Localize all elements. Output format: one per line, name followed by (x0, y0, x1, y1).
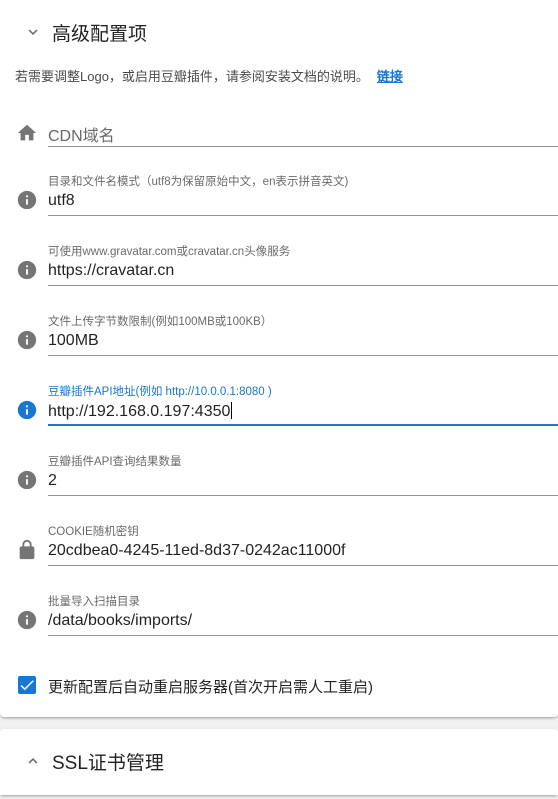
upload-limit-label: 文件上传字节数限制(例如100MB或100KB） (48, 316, 273, 328)
cdn-domain-placeholder[interactable]: CDN域名 (48, 122, 115, 146)
cookie-secret-field[interactable]: COOKIE随机密钥 20cdbea0-4245-11ed-8d37-0242a… (0, 520, 558, 578)
info-icon (17, 190, 37, 210)
lock-icon (19, 539, 35, 560)
chevron-down-icon[interactable] (24, 23, 42, 41)
info-icon (17, 470, 37, 490)
intro-text: 若需要调整Logo，或启用豆瓣插件，请参阅安装文档的说明。 (15, 69, 369, 84)
filename-mode-field[interactable]: 目录和文件名模式（utf8为保留原始中文，en表示拼音英文) utf8 (0, 170, 558, 228)
advanced-config-title: 高级配置项 (52, 23, 148, 45)
field-underline (48, 565, 558, 566)
douban-api-label: 豆瓣插件API地址(例如 http://10.0.0.1:8080 ) (48, 386, 272, 398)
checkmark-icon (20, 680, 34, 691)
ssl-config-panel: SSL证书管理 (0, 729, 558, 795)
field-underline (48, 424, 558, 426)
info-icon (17, 610, 37, 630)
advanced-config-panel: 高级配置项 若需要调整Logo，或启用豆瓣插件，请参阅安装文档的说明。 链接 CD… (0, 0, 558, 717)
avatar-service-label: 可使用www.gravatar.com或cravatar.cn头像服务 (48, 246, 291, 258)
chevron-up-icon[interactable] (24, 752, 42, 770)
home-icon (17, 124, 37, 141)
field-underline (48, 635, 558, 636)
import-dir-field[interactable]: 批量导入扫描目录 /data/books/imports/ (0, 590, 558, 648)
docs-link[interactable]: 链接 (377, 69, 403, 84)
douban-api-field[interactable]: 豆瓣插件API地址(例如 http://10.0.0.1:8080 ) http… (0, 380, 558, 438)
avatar-service-field[interactable]: 可使用www.gravatar.com或cravatar.cn头像服务 http… (0, 240, 558, 298)
field-underline (48, 215, 558, 216)
douban-api-input-wrap[interactable]: http://192.168.0.197:4350 (48, 402, 233, 421)
cookie-secret-label: COOKIE随机密钥 (48, 526, 139, 538)
auto-restart-checkbox[interactable] (18, 676, 36, 694)
auto-restart-label: 更新配置后自动重启服务器(首次开启需人工重启) (48, 679, 373, 696)
intro-text-line: 若需要调整Logo，或启用豆瓣插件，请参阅安装文档的说明。 链接 (15, 66, 403, 85)
info-icon (17, 330, 37, 350)
info-icon (17, 260, 37, 280)
field-underline (48, 146, 558, 147)
auto-restart-option[interactable]: 更新配置后自动重启服务器(首次开启需人工重启) (0, 674, 558, 698)
import-dir-label: 批量导入扫描目录 (48, 596, 140, 608)
upload-limit-input[interactable]: 100MB (48, 332, 99, 350)
text-caret (231, 402, 233, 419)
ssl-config-title: SSL证书管理 (52, 752, 164, 774)
douban-count-label: 豆瓣插件API查询结果数量 (48, 456, 182, 468)
douban-count-field[interactable]: 豆瓣插件API查询结果数量 2 (0, 450, 558, 508)
info-icon (17, 400, 37, 420)
field-underline (48, 355, 558, 356)
ssl-config-header[interactable]: SSL证书管理 (0, 731, 558, 791)
upload-limit-field[interactable]: 文件上传字节数限制(例如100MB或100KB） 100MB (0, 310, 558, 368)
filename-mode-label: 目录和文件名模式（utf8为保留原始中文，en表示拼音英文) (48, 176, 349, 188)
field-underline (48, 285, 558, 286)
import-dir-input[interactable]: /data/books/imports/ (48, 612, 192, 630)
advanced-config-header[interactable]: 高级配置项 (0, 2, 558, 62)
douban-api-input[interactable]: http://192.168.0.197:4350 (48, 403, 230, 420)
cookie-secret-input[interactable]: 20cdbea0-4245-11ed-8d37-0242ac11000f (48, 542, 345, 560)
field-underline (48, 495, 558, 496)
cdn-domain-field[interactable]: CDN域名 (0, 106, 558, 164)
avatar-service-input[interactable]: https://cravatar.cn (48, 262, 174, 280)
douban-count-input[interactable]: 2 (48, 472, 57, 490)
filename-mode-input[interactable]: utf8 (48, 192, 75, 210)
